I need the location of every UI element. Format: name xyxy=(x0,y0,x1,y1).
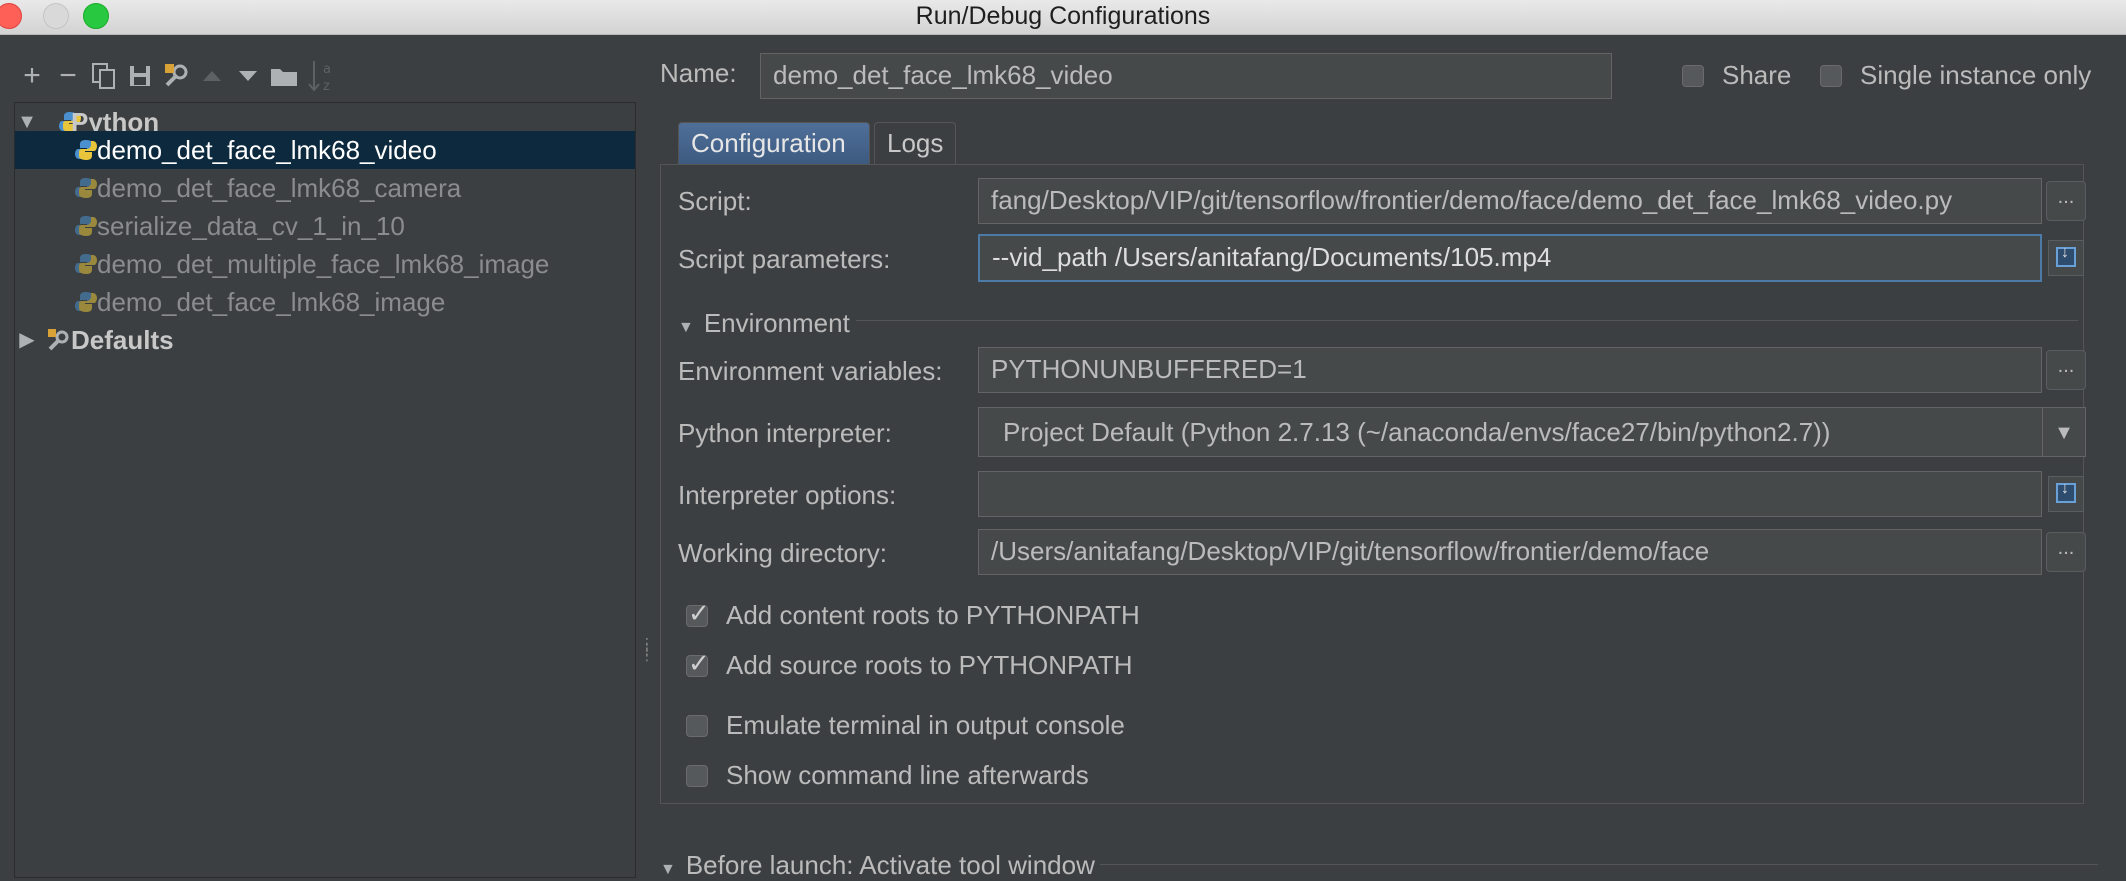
save-icon xyxy=(130,66,150,86)
tree-item-demo-det-face-lmk68-image[interactable]: demo_det_face_lmk68_image xyxy=(15,283,635,321)
tree-group-defaults[interactable]: ▶ Defaults xyxy=(15,321,635,359)
move-down-button[interactable] xyxy=(230,56,266,96)
wrench-icon xyxy=(165,64,188,87)
python-icon xyxy=(75,178,97,198)
title-bar: Run/Debug Configurations xyxy=(0,0,2126,35)
remove-configuration-button[interactable]: − xyxy=(50,56,86,96)
python-icon xyxy=(75,292,97,312)
expand-interpreter-options-button[interactable] xyxy=(2048,476,2084,512)
tree-item-label: demo_det_multiple_face_lmk68_image xyxy=(97,249,550,279)
expanded-arrow-icon: ▼ xyxy=(678,319,694,336)
python-icon xyxy=(75,140,97,160)
show-command-line-checkbox[interactable] xyxy=(686,765,708,787)
content-roots-label: Add content roots to PYTHONPATH xyxy=(726,600,1140,630)
tree-item-demo-det-multiple-face-lmk68-image[interactable]: demo_det_multiple_face_lmk68_image xyxy=(15,245,635,283)
configuration-tree: ▼ Python demo_det_face_lmk68_video demo_… xyxy=(14,102,636,878)
show-command-line-label: Show command line afterwards xyxy=(726,760,1089,790)
interpreter-options-label: Interpreter options: xyxy=(678,480,897,510)
splitter-handle[interactable]: ⋮ ⋮ ⋮ xyxy=(640,636,654,670)
environment-section-label: Environment xyxy=(703,308,850,338)
script-params-label: Script parameters: xyxy=(678,244,891,274)
folder-icon xyxy=(271,69,297,86)
tree-item-demo-det-face-lmk68-camera[interactable]: demo_det_face_lmk68_camera xyxy=(15,169,635,207)
svg-text:a: a xyxy=(323,62,331,77)
single-instance-checkbox[interactable] xyxy=(1820,65,1842,87)
interpreter-options-field[interactable] xyxy=(978,471,2042,517)
browse-working-directory-button[interactable]: ... xyxy=(2046,532,2086,572)
before-launch-section[interactable]: ▼ Before launch: Activate tool window xyxy=(660,850,1095,881)
new-folder-button[interactable] xyxy=(266,56,302,96)
sort-alpha-icon: az xyxy=(308,61,331,93)
emulate-terminal-label: Emulate terminal in output console xyxy=(726,710,1125,740)
content-roots-checkbox[interactable] xyxy=(686,598,710,629)
script-path-field[interactable]: fang/Desktop/VIP/git/tensorflow/frontier… xyxy=(978,178,2042,224)
source-roots-label: Add source roots to PYTHONPATH xyxy=(726,650,1133,680)
tree-item-label: demo_det_face_lmk68_video xyxy=(97,135,437,165)
interpreter-dropdown-button[interactable]: ▼ xyxy=(2042,407,2086,457)
script-params-field[interactable]: --vid_path /Users/anitafang/Documents/10… xyxy=(978,234,2042,282)
save-configuration-button[interactable] xyxy=(122,56,158,96)
share-checkbox[interactable] xyxy=(1682,65,1704,87)
name-field[interactable]: demo_det_face_lmk68_video xyxy=(760,53,1612,99)
plus-icon: + xyxy=(23,59,41,92)
interpreter-label: Python interpreter: xyxy=(678,418,892,448)
tree-item-label: demo_det_face_lmk68_image xyxy=(97,287,446,317)
interpreter-select[interactable]: Project Default (Python 2.7.13 (~/anacon… xyxy=(978,407,2044,457)
environment-separator xyxy=(856,320,2078,321)
tree-item-serialize-data-cv-1-in-10[interactable]: serialize_data_cv_1_in_10 xyxy=(15,207,635,245)
expanded-arrow-icon: ▼ xyxy=(660,861,676,878)
name-label: Name: xyxy=(660,58,737,88)
tree-item-demo-det-face-lmk68-video[interactable]: demo_det_face_lmk68_video xyxy=(15,131,635,169)
minus-icon: − xyxy=(59,59,77,92)
copy-icon xyxy=(92,63,115,89)
copy-configuration-button[interactable] xyxy=(86,56,122,96)
dropdown-arrow-icon: ▼ xyxy=(2054,422,2074,444)
working-directory-label: Working directory: xyxy=(678,538,888,568)
script-path-value: fang/Desktop/VIP/git/tensorflow/frontier… xyxy=(991,185,1953,215)
source-roots-checkbox[interactable] xyxy=(686,648,710,679)
add-configuration-button[interactable]: + xyxy=(14,56,50,96)
expand-params-button[interactable] xyxy=(2048,240,2084,276)
single-instance-label: Single instance only xyxy=(1860,60,2092,90)
env-vars-label: Environment variables: xyxy=(678,356,943,386)
tab-configuration[interactable]: Configuration xyxy=(678,122,870,164)
env-vars-field[interactable]: PYTHONUNBUFFERED=1 xyxy=(978,347,2042,393)
tree-item-label: serialize_data_cv_1_in_10 xyxy=(97,211,405,241)
working-directory-field[interactable]: /Users/anitafang/Desktop/VIP/git/tensorf… xyxy=(978,529,2042,575)
tab-logs[interactable]: Logs xyxy=(874,122,956,164)
tree-item-label: demo_det_face_lmk68_camera xyxy=(97,173,462,203)
python-icon xyxy=(75,216,97,236)
edit-defaults-button[interactable] xyxy=(158,56,194,96)
share-label: Share xyxy=(1722,60,1792,90)
environment-section[interactable]: ▼ Environment xyxy=(678,308,850,339)
sort-button[interactable]: az xyxy=(304,56,340,96)
before-launch-separator xyxy=(1100,864,2098,865)
window-title: Run/Debug Configurations xyxy=(915,2,1211,30)
collapsed-arrow-icon[interactable]: ▶ xyxy=(17,321,37,359)
move-up-button[interactable] xyxy=(194,56,230,96)
python-icon xyxy=(75,254,97,274)
wrench-icon xyxy=(48,329,69,351)
edit-env-vars-button[interactable]: ... xyxy=(2046,350,2086,390)
script-label: Script: xyxy=(678,186,752,216)
emulate-terminal-checkbox[interactable] xyxy=(686,715,708,737)
svg-text:z: z xyxy=(323,79,330,93)
expand-field-icon xyxy=(2056,244,2076,267)
tree-group-defaults-label: Defaults xyxy=(71,325,174,355)
arrow-down-icon xyxy=(239,71,257,81)
arrow-up-icon xyxy=(203,71,221,81)
browse-script-button[interactable]: ... xyxy=(2046,181,2086,221)
expand-field-icon xyxy=(2056,480,2076,503)
